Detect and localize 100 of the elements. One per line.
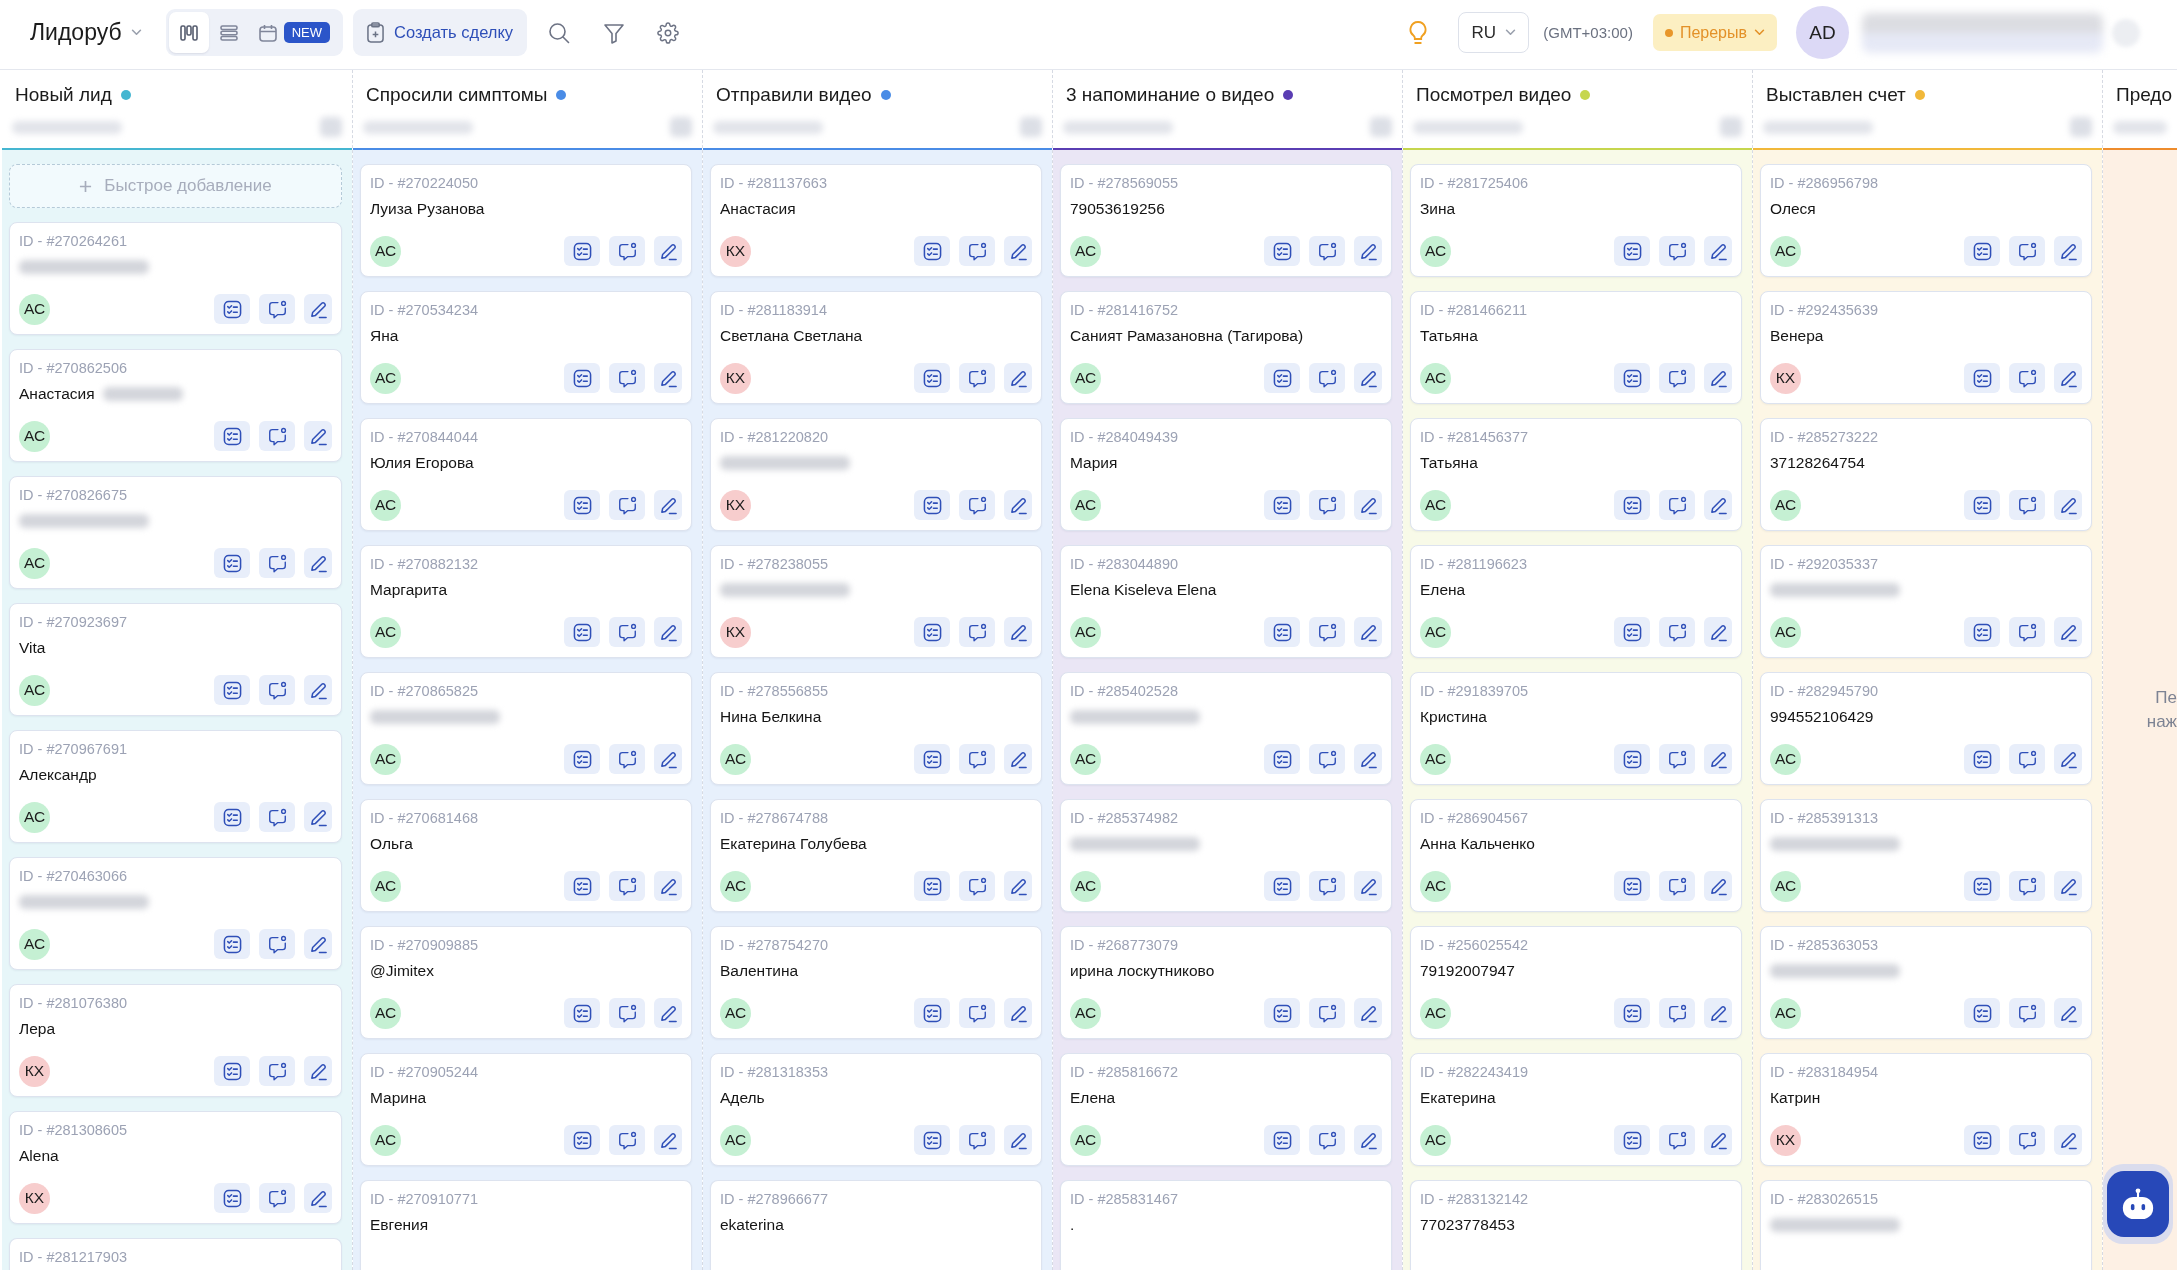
deal-card[interactable]: ID - #270681468 Ольга АС [360, 799, 692, 912]
deal-card[interactable]: ID - #285363053 АС [1760, 926, 2092, 1039]
checklist-button[interactable] [1264, 998, 1300, 1028]
comment-button[interactable] [1309, 236, 1345, 266]
deal-card[interactable]: ID - #281318353 Адель АС [710, 1053, 1042, 1166]
edit-button[interactable] [2054, 998, 2082, 1028]
edit-button[interactable] [1354, 871, 1382, 901]
language-select[interactable]: RU [1458, 12, 1530, 53]
comment-button[interactable] [609, 744, 645, 774]
edit-button[interactable] [2054, 490, 2082, 520]
checklist-button[interactable] [1614, 1125, 1650, 1155]
checklist-button[interactable] [1614, 871, 1650, 901]
checklist-button[interactable] [1964, 998, 2000, 1028]
edit-button[interactable] [2054, 363, 2082, 393]
checklist-button[interactable] [914, 871, 950, 901]
comment-button[interactable] [609, 1125, 645, 1155]
checklist-button[interactable] [1614, 617, 1650, 647]
edit-button[interactable] [1004, 363, 1032, 393]
comment-button[interactable] [609, 490, 645, 520]
edit-button[interactable] [1704, 236, 1732, 266]
comment-button[interactable] [2009, 871, 2045, 901]
checklist-button[interactable] [1614, 236, 1650, 266]
edit-button[interactable] [654, 1125, 682, 1155]
comment-button[interactable] [959, 363, 995, 393]
comment-button[interactable] [259, 675, 295, 705]
comment-button[interactable] [609, 363, 645, 393]
edit-button[interactable] [654, 617, 682, 647]
edit-button[interactable] [654, 744, 682, 774]
checklist-button[interactable] [914, 236, 950, 266]
comment-button[interactable] [1659, 1125, 1695, 1155]
checklist-button[interactable] [1264, 236, 1300, 266]
comment-button[interactable] [2009, 617, 2045, 647]
edit-button[interactable] [304, 929, 332, 959]
checklist-button[interactable] [214, 548, 250, 578]
checklist-button[interactable] [564, 490, 600, 520]
checklist-button[interactable] [214, 1056, 250, 1086]
checklist-button[interactable] [1964, 490, 2000, 520]
deal-card[interactable]: ID - #270844044 Юлия Егорова АС [360, 418, 692, 531]
checklist-button[interactable] [1264, 490, 1300, 520]
deal-card[interactable]: ID - #292035337 АС [1760, 545, 2092, 658]
deal-card[interactable]: ID - #281076380 Лера КХ [9, 984, 342, 1097]
comment-button[interactable] [959, 490, 995, 520]
deal-card[interactable]: ID - #278556855 Нина Белкина АС [710, 672, 1042, 785]
comment-button[interactable] [2009, 744, 2045, 774]
checklist-button[interactable] [564, 871, 600, 901]
checklist-button[interactable] [1614, 363, 1650, 393]
deal-card[interactable]: ID - #281308605 Alena КХ [9, 1111, 342, 1224]
comment-button[interactable] [259, 294, 295, 324]
comment-button[interactable] [2009, 490, 2045, 520]
deal-card[interactable]: ID - #291839705 Кристина АС [1410, 672, 1742, 785]
checklist-button[interactable] [214, 294, 250, 324]
deal-card[interactable]: ID - #281466211 Татьяна АС [1410, 291, 1742, 404]
edit-button[interactable] [2054, 617, 2082, 647]
comment-button[interactable] [259, 1056, 295, 1086]
deal-card[interactable]: ID - #281416752 Саният Рамазановна (Тагирова) АС [1060, 291, 1392, 404]
checklist-button[interactable] [1964, 871, 2000, 901]
edit-button[interactable] [1704, 871, 1732, 901]
edit-button[interactable] [304, 1183, 332, 1213]
comment-button[interactable] [259, 1183, 295, 1213]
checklist-button[interactable] [1264, 871, 1300, 901]
edit-button[interactable] [304, 802, 332, 832]
deal-card[interactable]: ID - #270905244 Марина АС [360, 1053, 692, 1166]
deal-card[interactable]: ID - #278674788 Екатерина Голубева АС [710, 799, 1042, 912]
comment-button[interactable] [959, 744, 995, 774]
deal-card[interactable]: ID - #281137663 Анастасия КХ [710, 164, 1042, 277]
comment-button[interactable] [1659, 871, 1695, 901]
deal-card[interactable]: ID - #285816672 Елена АС [1060, 1053, 1392, 1166]
edit-button[interactable] [2054, 744, 2082, 774]
edit-button[interactable] [1704, 1125, 1732, 1155]
user-avatar[interactable]: AD [1796, 6, 1849, 59]
deal-card[interactable]: ID - #281456377 Татьяна АС [1410, 418, 1742, 531]
edit-button[interactable] [2054, 871, 2082, 901]
checklist-button[interactable] [1264, 1125, 1300, 1155]
edit-button[interactable] [1354, 236, 1382, 266]
view-tab[interactable]: NEW [248, 12, 340, 53]
checklist-button[interactable] [1614, 998, 1650, 1028]
comment-button[interactable] [609, 617, 645, 647]
deal-card[interactable]: ID - #292435639 Венера КХ [1760, 291, 2092, 404]
checklist-button[interactable] [1614, 490, 1650, 520]
comment-button[interactable] [959, 998, 995, 1028]
deal-card[interactable]: ID - #278754270 Валентина АС [710, 926, 1042, 1039]
assistant-bot-button[interactable] [2103, 1164, 2173, 1244]
checklist-button[interactable] [1264, 744, 1300, 774]
deal-card[interactable]: ID - #270224050 Луиза Рузанова АС [360, 164, 692, 277]
deal-card[interactable]: ID - #270826675 АС [9, 476, 342, 589]
checklist-button[interactable] [214, 421, 250, 451]
comment-button[interactable] [1309, 617, 1345, 647]
deal-card[interactable]: ID - #270909885 @Jimitex АС [360, 926, 692, 1039]
edit-button[interactable] [654, 363, 682, 393]
deal-card[interactable]: ID - #270463066 АС [9, 857, 342, 970]
comment-button[interactable] [609, 871, 645, 901]
deal-card[interactable]: ID - #256025542 79192007947 АС [1410, 926, 1742, 1039]
edit-button[interactable] [1354, 998, 1382, 1028]
comment-button[interactable] [259, 421, 295, 451]
edit-button[interactable] [1704, 490, 1732, 520]
comment-button[interactable] [259, 802, 295, 832]
comment-button[interactable] [959, 1125, 995, 1155]
edit-button[interactable] [1704, 363, 1732, 393]
comment-button[interactable] [959, 871, 995, 901]
create-deal-button[interactable]: Создать сделку [352, 9, 528, 56]
